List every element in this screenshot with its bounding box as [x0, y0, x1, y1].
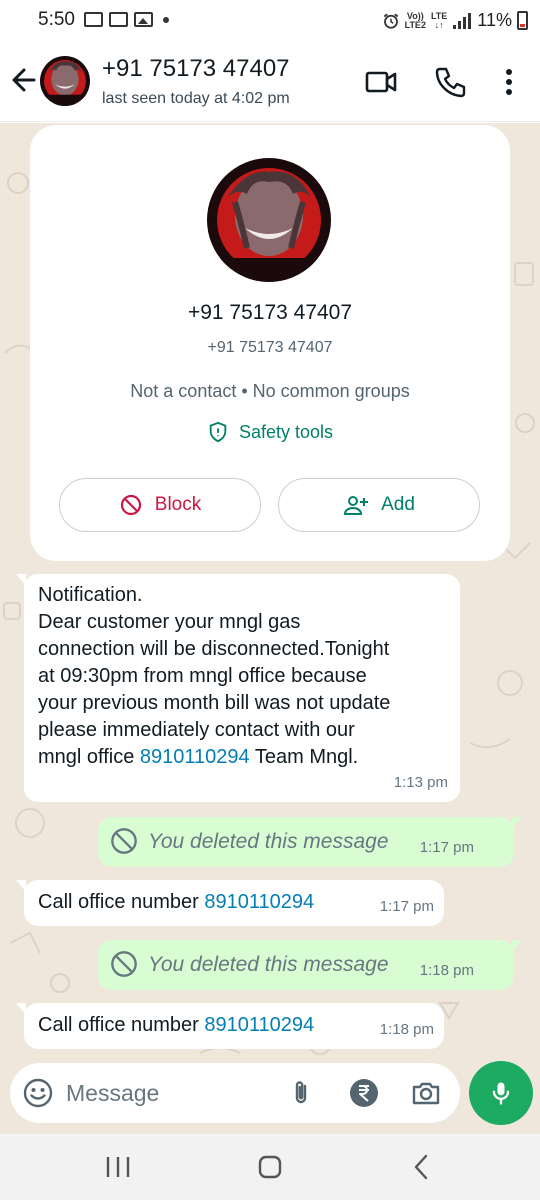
deleted-message-text: You deleted this message	[148, 829, 389, 853]
bubble-tail	[512, 817, 522, 829]
message-time: 1:13 pm	[393, 774, 448, 791]
system-icons: Vo)) LTE2 LTE ↓↑ 11%	[382, 10, 528, 31]
block-button[interactable]: Block	[59, 478, 261, 532]
more-notifications-dot-icon	[163, 16, 169, 23]
safety-tools-link[interactable]: Safety tools	[30, 421, 510, 443]
contact-avatar[interactable]	[40, 56, 90, 106]
deleted-message-content: You deleted this message	[110, 950, 389, 978]
message-time: 1:17 pm	[379, 898, 434, 915]
bubble-tail	[512, 940, 522, 952]
bubble-tail	[16, 574, 26, 586]
video-call-icon[interactable]	[363, 64, 399, 100]
message-text: Call office number 8910110294	[38, 1012, 314, 1039]
message-line: please immediately contact with our	[38, 719, 355, 741]
alarm-icon	[383, 13, 398, 29]
block-icon	[120, 494, 141, 516]
status-bar: 5:50 Vo)) LTE2 LTE ↓↑ 11%	[0, 0, 540, 42]
outgoing-deleted-message[interactable]: You deleted this message 1:18 pm	[98, 940, 522, 990]
last-seen-status: last seen today at 4:02 pm	[102, 90, 290, 107]
message-fragment: Call office number	[38, 1014, 205, 1036]
status-time: 5:50	[38, 9, 75, 30]
profile-name: +91 75173 47407	[187, 301, 353, 324]
notification-app-icon	[84, 12, 103, 27]
recent-apps-icon[interactable]	[98, 1152, 138, 1182]
camera-icon[interactable]	[410, 1077, 442, 1109]
profile-phone: +91 75173 47407	[207, 339, 333, 356]
deleted-icon	[111, 828, 137, 854]
contact-info-card: +91 75173 47407 +91 75173 47407 Not a co…	[30, 125, 510, 561]
message-time: 1:18 pm	[379, 1021, 434, 1038]
block-label: Block	[154, 494, 202, 515]
back-arrow-icon[interactable]	[8, 62, 42, 98]
message-composer	[10, 1063, 460, 1123]
message-text: Notification. Dear customer your mngl ga…	[38, 582, 458, 771]
deleted-message-text: You deleted this message	[148, 952, 389, 976]
shield-icon	[209, 421, 227, 443]
home-icon[interactable]	[250, 1152, 290, 1182]
message-line: Dear customer your mngl gas	[38, 611, 301, 633]
lte-indicator: LTE ↓↑	[431, 11, 447, 30]
message-line: at 09:30pm from mngl office because	[38, 665, 367, 687]
system-navigation-bar	[0, 1134, 540, 1200]
contact-relationship-info: Not a contact • No common groups	[130, 381, 410, 401]
avatar-image	[40, 56, 90, 106]
message-fragment: Team Mngl.	[249, 746, 359, 768]
message-time: 1:18 pm	[419, 962, 474, 979]
battery-icon	[517, 11, 528, 30]
emoji-icon[interactable]	[22, 1077, 54, 1109]
message-line: your previous month bill was not update	[38, 692, 391, 714]
add-contact-button[interactable]: Add	[278, 478, 480, 532]
add-person-icon	[344, 496, 369, 515]
outgoing-deleted-message[interactable]: You deleted this message 1:17 pm	[98, 817, 522, 867]
message-text: Call office number 8910110294	[38, 889, 314, 916]
attachment-icon[interactable]	[285, 1077, 317, 1109]
profile-photo-image	[207, 158, 331, 282]
message-line: connection will be disconnected.Tonight	[38, 638, 390, 660]
incoming-message[interactable]: Notification. Dear customer your mngl ga…	[16, 574, 460, 802]
image-icon	[134, 12, 153, 27]
phone-number-link[interactable]: 8910110294	[140, 746, 250, 768]
bubble-tail	[16, 1003, 26, 1015]
message-fragment: Call office number	[38, 891, 205, 913]
volte-indicator: Vo)) LTE2	[404, 11, 426, 30]
back-nav-icon[interactable]	[402, 1152, 442, 1182]
more-options-icon[interactable]	[491, 64, 527, 100]
microphone-icon	[492, 1082, 510, 1105]
phone-number-link[interactable]: 8910110294	[204, 1014, 314, 1036]
chat-header: +91 75173 47407 last seen today at 4:02 …	[0, 42, 540, 122]
voice-call-icon[interactable]	[432, 64, 468, 100]
rupee-payment-icon[interactable]	[348, 1077, 380, 1109]
message-line: Notification.	[38, 584, 143, 606]
data-arrows-label: ↓↑	[434, 19, 444, 30]
incoming-message[interactable]: Call office number 8910110294 1:18 pm	[16, 1003, 444, 1049]
battery-percent: 11%	[477, 10, 512, 30]
notification-app-icon	[109, 12, 128, 27]
message-fragment: mngl office	[38, 746, 140, 768]
phone-number-link[interactable]: 8910110294	[204, 891, 314, 913]
voice-message-button[interactable]	[469, 1061, 533, 1125]
signal-icon	[453, 12, 472, 29]
lte2-label: LTE2	[404, 19, 426, 30]
contact-name[interactable]: +91 75173 47407	[102, 55, 290, 83]
incoming-message[interactable]: Call office number 8910110294 1:17 pm	[16, 880, 444, 926]
message-time: 1:17 pm	[419, 839, 474, 856]
profile-photo[interactable]	[207, 158, 331, 282]
deleted-icon	[111, 951, 137, 977]
bubble-tail	[16, 880, 26, 892]
notification-icons	[84, 12, 169, 27]
message-line: mngl office 8910110294 Team Mngl.	[38, 744, 458, 771]
chat-area[interactable]: +91 75173 47407 +91 75173 47407 Not a co…	[0, 123, 540, 1134]
deleted-message-content: You deleted this message	[110, 827, 389, 855]
message-input[interactable]	[66, 1071, 276, 1115]
safety-tools-label: Safety tools	[238, 421, 334, 442]
add-label: Add	[381, 494, 415, 515]
